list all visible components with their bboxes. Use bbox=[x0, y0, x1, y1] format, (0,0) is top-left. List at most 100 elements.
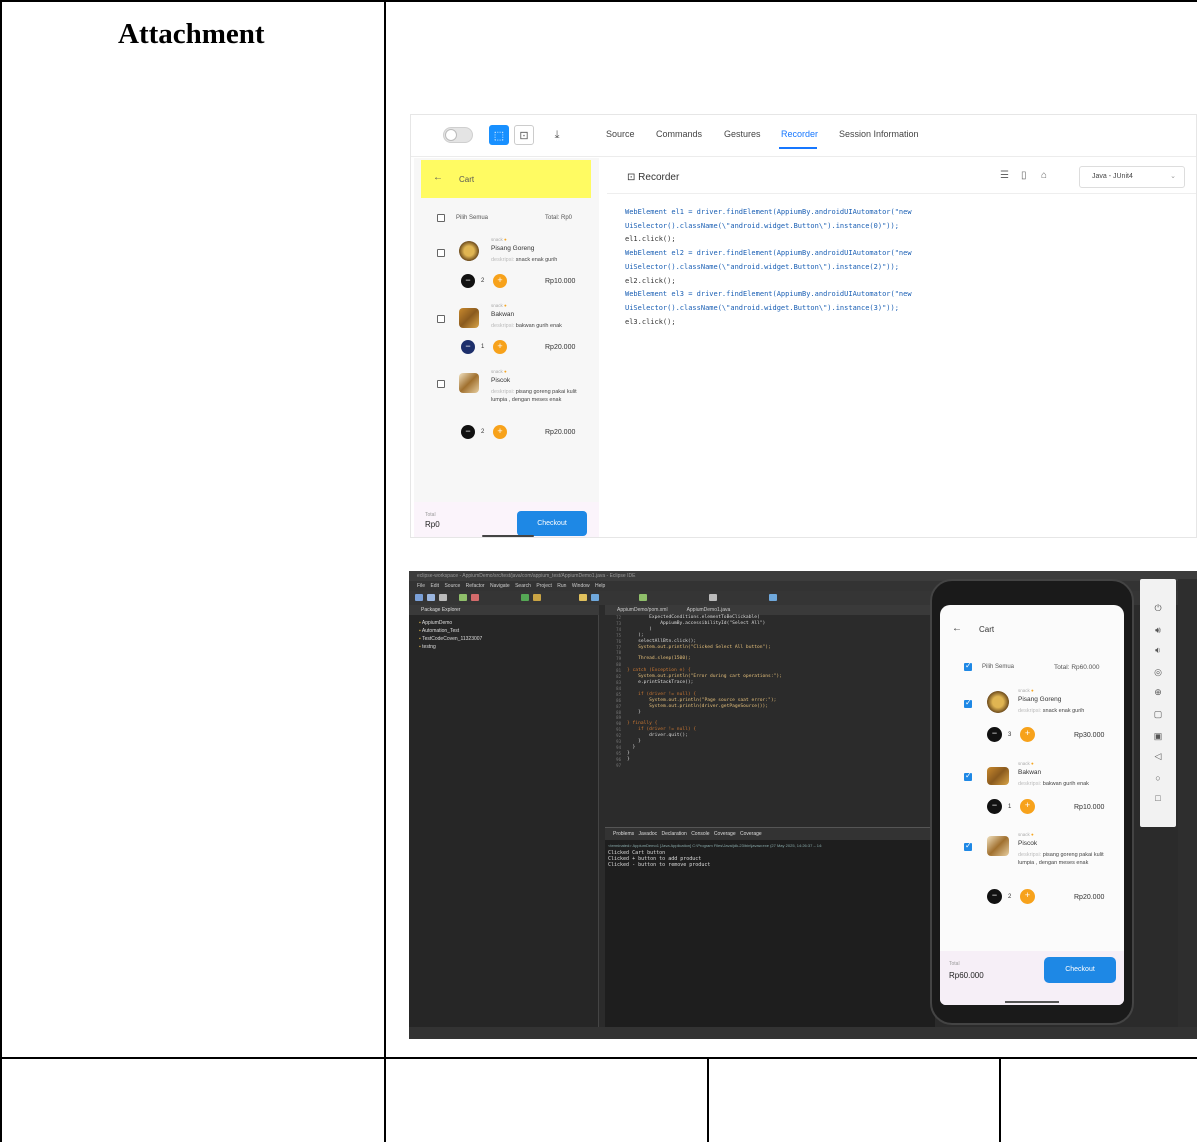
volume-down-icon[interactable]: 🔉︎ bbox=[1150, 645, 1166, 656]
back-icon[interactable]: ◁ bbox=[1150, 751, 1166, 762]
toolbar-icon[interactable] bbox=[415, 594, 423, 601]
increase-button[interactable]: + bbox=[1020, 799, 1035, 814]
decrease-button[interactable]: − bbox=[987, 889, 1002, 904]
back-arrow-icon[interactable]: ← bbox=[952, 623, 962, 634]
folder-icon: ▪ bbox=[419, 620, 421, 626]
code-line: } bbox=[627, 756, 630, 762]
clear-icon[interactable]: ⌂ bbox=[1041, 170, 1047, 181]
decrease-button[interactable]: − bbox=[987, 727, 1002, 742]
item-name: Bakwan bbox=[1018, 769, 1042, 776]
item-quantity: 2 bbox=[1008, 894, 1012, 900]
project-item[interactable]: ▪ testng bbox=[419, 644, 436, 650]
item-description: deskripsi: bakwan gurih enak bbox=[491, 323, 562, 329]
decrease-button[interactable]: − bbox=[461, 274, 475, 288]
toolbar-icon[interactable] bbox=[579, 594, 587, 601]
increase-button[interactable]: + bbox=[493, 340, 507, 354]
item-category: snack ● bbox=[1018, 832, 1034, 837]
debug-icon[interactable] bbox=[533, 594, 541, 601]
toolbar-icon[interactable] bbox=[439, 594, 447, 601]
download-icon[interactable]: ⤓ bbox=[547, 125, 567, 145]
tab-commands[interactable]: Commands bbox=[656, 129, 702, 139]
item-price: Rp10.000 bbox=[1074, 804, 1105, 811]
overview-icon[interactable]: □ bbox=[1150, 793, 1166, 803]
tab-source[interactable]: Source bbox=[606, 129, 635, 139]
item-checkbox[interactable] bbox=[437, 249, 445, 257]
rotate-left-icon[interactable]: ▢ bbox=[1150, 709, 1166, 720]
console-output: Clicked Cart button Clicked + button to a… bbox=[608, 850, 710, 868]
item-description: deskripsi: snack enak gurih bbox=[1018, 708, 1085, 714]
toolbar-icon[interactable] bbox=[459, 594, 467, 601]
tab-recorder[interactable]: Recorder bbox=[781, 129, 818, 139]
line-numbers: 72 73 74 75 76 77 78 79 80 81 82 83 84 8… bbox=[616, 615, 621, 768]
item-price: Rp20.000 bbox=[1074, 894, 1105, 901]
decrease-button[interactable]: − bbox=[461, 340, 475, 354]
item-name: Pisang Goreng bbox=[1018, 696, 1062, 703]
project-item[interactable]: ▪ TestCodeCoven_11323007 bbox=[419, 636, 482, 642]
eclipse-emulator-screenshot: eclipse-workspace - AppiumDemo/src/test/… bbox=[409, 571, 1197, 1039]
select-all-checkbox[interactable] bbox=[964, 661, 972, 671]
language-select[interactable]: Java - JUnit4 ⌄ bbox=[1079, 166, 1185, 188]
console-tabs[interactable]: Problems Javadoc Declaration Console Cov… bbox=[605, 828, 935, 840]
increase-button[interactable]: + bbox=[493, 425, 507, 439]
code-editor[interactable]: AppiumDemo/pom.xml AppiumDemo1.java 72 7… bbox=[605, 605, 935, 827]
code-line: WebElement el3 = driver.findElement(Appi… bbox=[625, 290, 912, 299]
volume-up-icon[interactable]: 🔊︎ bbox=[1150, 625, 1166, 636]
project-item[interactable]: ▪ AppiumDemo bbox=[419, 620, 452, 626]
project-item[interactable]: ▪ Automation_Test bbox=[419, 628, 459, 634]
screenshot-icon[interactable]: ◎ bbox=[1150, 667, 1166, 678]
product-image bbox=[987, 836, 1009, 856]
increase-button[interactable]: + bbox=[1020, 889, 1035, 904]
code-line: System.out.println(driver.getPageSource(… bbox=[627, 703, 769, 709]
package-explorer-tab[interactable]: Package Explorer bbox=[409, 605, 599, 615]
recorder-header: ⊡ Recorder ☰ ▯ ⌂ Java - JUnit4 ⌄ bbox=[607, 158, 1196, 194]
tap-coordinates-icon[interactable]: ⊡ bbox=[514, 125, 534, 145]
toolbar-icon[interactable] bbox=[591, 594, 599, 601]
select-element-icon[interactable]: ⬚ bbox=[489, 125, 509, 145]
rotate-right-icon[interactable]: ▣ bbox=[1150, 731, 1166, 742]
boilerplate-icon[interactable]: ☰ bbox=[1000, 170, 1009, 181]
increase-button[interactable]: + bbox=[493, 274, 507, 288]
zoom-icon[interactable]: ⊕ bbox=[1150, 687, 1166, 698]
console-line: Clicked - button to remove product bbox=[608, 862, 711, 868]
item-checkbox[interactable] bbox=[964, 841, 972, 851]
item-checkbox[interactable] bbox=[437, 315, 445, 323]
copy-icon[interactable]: ▯ bbox=[1021, 170, 1027, 181]
item-checkbox[interactable] bbox=[437, 380, 445, 388]
product-image bbox=[459, 241, 479, 261]
checkout-button[interactable]: Checkout bbox=[1044, 957, 1116, 983]
recorder-title: ⊡ Recorder bbox=[627, 172, 680, 183]
tab-gestures[interactable]: Gestures bbox=[724, 129, 761, 139]
select-all-checkbox[interactable] bbox=[437, 214, 445, 222]
decrease-button[interactable]: − bbox=[987, 799, 1002, 814]
table-divider-lower-1 bbox=[707, 1057, 709, 1142]
toolbar-icon[interactable] bbox=[709, 594, 717, 601]
toolbar-icon[interactable] bbox=[769, 594, 777, 601]
item-quantity: 2 bbox=[481, 429, 485, 435]
toolbar-icon[interactable] bbox=[427, 594, 435, 601]
product-image bbox=[987, 767, 1009, 785]
decrease-button[interactable]: − bbox=[461, 425, 475, 439]
item-price: Rp30.000 bbox=[1074, 732, 1105, 739]
attachment-heading: Attachment bbox=[118, 18, 265, 50]
increase-button[interactable]: + bbox=[1020, 727, 1035, 742]
item-checkbox[interactable] bbox=[964, 771, 972, 781]
power-icon[interactable]: ⏻ bbox=[1150, 603, 1166, 614]
product-image bbox=[987, 691, 1009, 713]
checkout-button[interactable]: Checkout bbox=[517, 511, 587, 536]
tab-session-information[interactable]: Session Information bbox=[839, 129, 919, 139]
code-line: WebElement el2 = driver.findElement(Appi… bbox=[625, 249, 912, 258]
toolbar-icon[interactable] bbox=[471, 594, 479, 601]
console-panel: Problems Javadoc Declaration Console Cov… bbox=[605, 827, 935, 1027]
toolbar-icon[interactable] bbox=[639, 594, 647, 601]
code-line: UiSelector().className(\"android.widget.… bbox=[625, 303, 899, 312]
item-quantity: 2 bbox=[481, 278, 485, 284]
recorder-icon: ⊡ bbox=[627, 172, 636, 183]
item-checkbox[interactable] bbox=[964, 698, 972, 708]
run-icon[interactable] bbox=[521, 594, 529, 601]
code-line: System.out.println("Page source saat err… bbox=[627, 697, 777, 703]
mode-toggle[interactable] bbox=[443, 127, 473, 143]
home-icon[interactable]: ○ bbox=[1150, 773, 1166, 783]
back-arrow-icon[interactable]: ← bbox=[433, 172, 443, 183]
editor-tabs[interactable]: AppiumDemo/pom.xml AppiumDemo1.java bbox=[605, 605, 935, 615]
highlighted-cart-header[interactable]: ← Cart bbox=[421, 160, 591, 198]
